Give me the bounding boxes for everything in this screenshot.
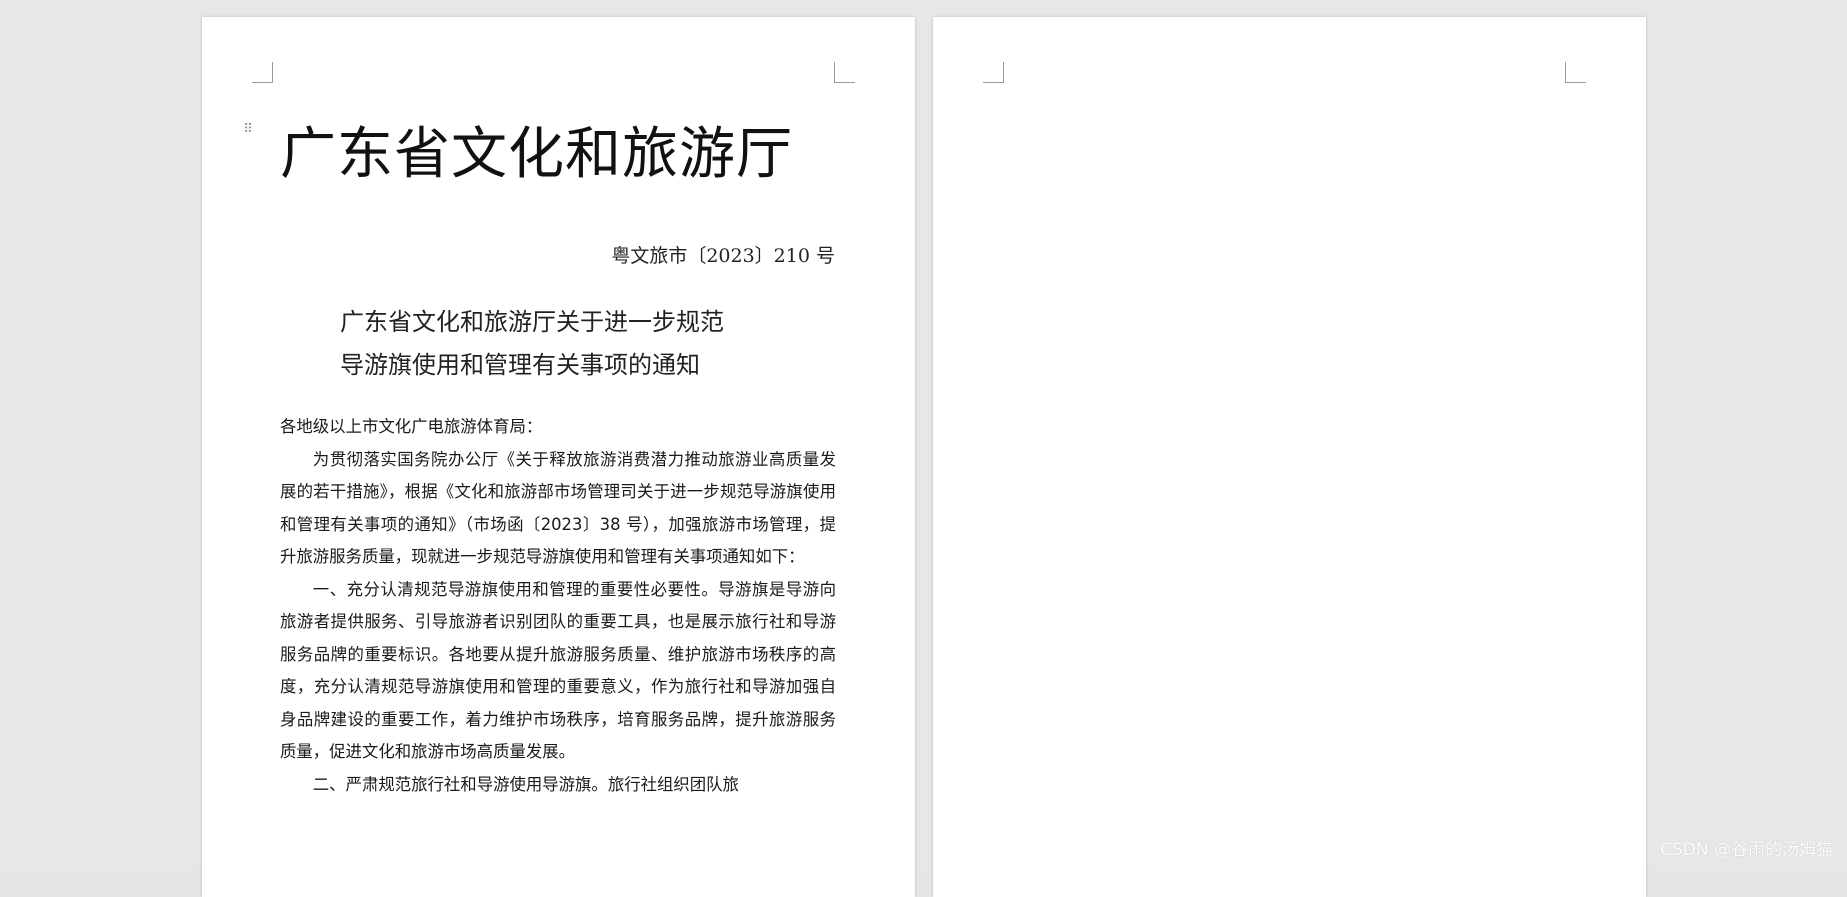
paragraph-section-2: 二、严肃规范旅行社和导游使用导游旗。旅行社组织团队旅 xyxy=(312,774,739,794)
crop-mark-top-right xyxy=(1565,62,1586,83)
crop-mark-top-right xyxy=(834,62,855,83)
paragraph-intro: 为贯彻落实国务院办公厅《关于释放旅游消费潜力推动旅游业高质量发展的若干措施》，根… xyxy=(280,449,836,567)
addressee: 各地级以上市文化广电旅游体育局： xyxy=(280,417,543,436)
document-body: 各地级以上市文化广电旅游体育局： 为贯彻落实国务院办公厅《关于释放旅游消费潜力推… xyxy=(280,411,836,801)
paragraph-section-1: 一、充分认清规范导游旗使用和管理的重要性必要性。导游旗是导游向旅游者提供服务、引… xyxy=(280,579,836,762)
move-handle-icon[interactable]: ⠿ xyxy=(242,121,254,139)
watermark: CSDN @谷雨的汤姆猫 xyxy=(1660,840,1833,860)
doc-heading-line-2: 导游旗使用和管理有关事项的通知 xyxy=(340,351,700,379)
document-page-1[interactable]: ⠿ 广东省文化和旅游厅 粤文旅市〔2023〕210 号 广东省文化和旅游厅关于进… xyxy=(202,17,915,897)
document-workspace: ⠿ 广东省文化和旅游厅 粤文旅市〔2023〕210 号 广东省文化和旅游厅关于进… xyxy=(0,0,1847,897)
doc-number: 粤文旅市〔2023〕210 号 xyxy=(611,245,835,267)
doc-heading: 广东省文化和旅游厅关于进一步规范 导游旗使用和管理有关事项的通知 xyxy=(340,301,724,387)
crop-mark-top-left xyxy=(983,62,1004,83)
crop-mark-top-left xyxy=(252,62,273,83)
doc-heading-line-1: 广东省文化和旅游厅关于进一步规范 xyxy=(340,308,724,336)
document-page-2[interactable] xyxy=(933,17,1646,897)
org-title: 广东省文化和旅游厅 xyxy=(280,122,793,187)
